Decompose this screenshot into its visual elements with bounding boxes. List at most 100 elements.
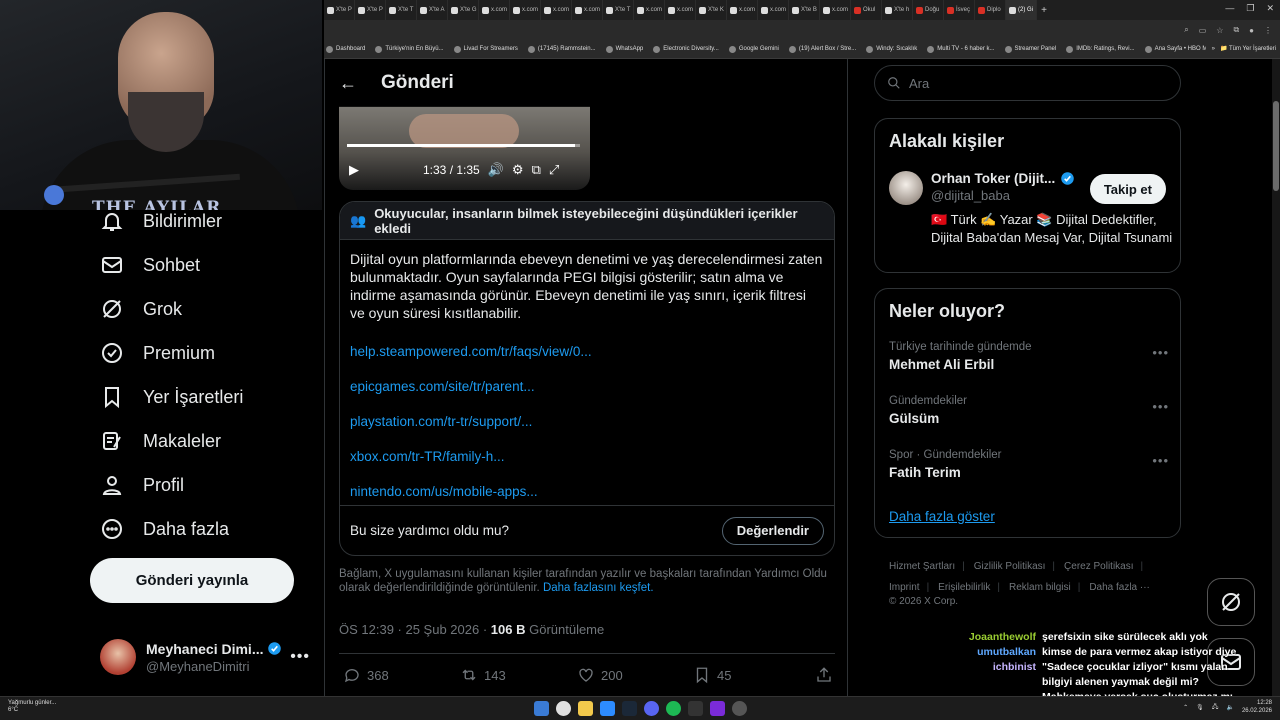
- browser-tab[interactable]: X'te P: [324, 0, 355, 20]
- spotify-icon[interactable]: [666, 701, 681, 716]
- settings-gear-icon[interactable]: ⚙: [512, 162, 524, 178]
- maximize-icon[interactable]: ❐: [1246, 3, 1254, 14]
- nav-articles[interactable]: Makaleler: [100, 426, 221, 456]
- browser-tab[interactable]: X'te T: [603, 0, 634, 20]
- source-link[interactable]: playstation.com/tr-tr/support/...: [350, 404, 824, 439]
- bookmark-item[interactable]: Ana Sayfa • HBO Max: [1144, 45, 1214, 53]
- browser-tab[interactable]: x.com: [758, 0, 789, 20]
- tray-arrow-icon[interactable]: ⌃: [1183, 704, 1188, 711]
- bookmark-item[interactable]: Windy: Sıcaklık: [866, 45, 917, 53]
- source-link[interactable]: nintendo.com/us/mobile-apps...: [350, 474, 824, 509]
- mic-icon[interactable]: 🎙: [1196, 704, 1204, 711]
- nav-grok[interactable]: Grok: [100, 294, 182, 324]
- obs-icon[interactable]: [732, 701, 747, 716]
- file-explorer-icon[interactable]: [578, 701, 593, 716]
- app-icon[interactable]: [710, 701, 725, 716]
- like-button[interactable]: 200: [577, 666, 693, 684]
- browser-tab[interactable]: X'te A: [417, 0, 448, 20]
- volume-icon[interactable]: 🔊: [488, 162, 504, 178]
- bookmark-item[interactable]: Multi TV - 6 haber k...: [927, 45, 995, 53]
- bookmark-star-icon[interactable]: ☆: [1216, 26, 1223, 35]
- browser-tab[interactable]: x.com: [665, 0, 696, 20]
- footer-link[interactable]: Gizlilik Politikası: [974, 561, 1046, 572]
- account-more-icon[interactable]: •••: [290, 648, 310, 666]
- bookmark-item[interactable]: Google Gemini: [728, 45, 779, 53]
- clock[interactable]: 12:28 26.02.2026: [1242, 699, 1272, 715]
- search-input[interactable]: [909, 75, 1159, 91]
- bookmark-item[interactable]: IMDb: Ratings, Revi...: [1066, 45, 1135, 53]
- chrome-icon[interactable]: [556, 701, 571, 716]
- grok-floating-button[interactable]: [1207, 578, 1255, 626]
- bookmark-item[interactable]: (19) Alert Box / Stre...: [788, 45, 856, 53]
- browser-tab[interactable]: X'te K: [696, 0, 727, 20]
- browser-tab[interactable]: X'te P: [355, 0, 386, 20]
- browser-tab[interactable]: x.com: [820, 0, 851, 20]
- more-bookmarks-icon[interactable]: »: [1212, 46, 1215, 52]
- browser-tab[interactable]: İsveç: [944, 0, 975, 20]
- browser-tab[interactable]: x.com: [479, 0, 510, 20]
- bookmark-item[interactable]: WhatsApp: [605, 45, 643, 53]
- footer-link[interactable]: Reklam bilgisi: [1009, 582, 1071, 593]
- footer-link[interactable]: Imprint: [889, 582, 920, 593]
- new-tab-button[interactable]: +: [1037, 5, 1051, 16]
- trend-item[interactable]: Türkiye tarihinde gündemde Mehmet Ali Er…: [889, 341, 1169, 372]
- search-box[interactable]: [874, 65, 1181, 101]
- cast-icon[interactable]: ▭: [1199, 26, 1207, 35]
- source-link[interactable]: help.steampowered.com/tr/faqs/view/0...: [350, 334, 824, 369]
- share-button[interactable]: [815, 666, 833, 684]
- more-options-icon[interactable]: •••: [1152, 345, 1169, 360]
- speaker-icon[interactable]: 🔈: [1226, 704, 1233, 711]
- network-icon[interactable]: 🖧: [1212, 702, 1219, 712]
- account-switcher[interactable]: Meyhaneci Dimi... @MeyhaneDimitri •••: [100, 635, 310, 679]
- app-icon[interactable]: [688, 701, 703, 716]
- page-scrollbar[interactable]: [1272, 59, 1280, 696]
- learn-more-link[interactable]: Daha fazlasını keşfet.: [543, 582, 654, 594]
- nav-chat[interactable]: Sohbet: [100, 250, 200, 280]
- follow-button[interactable]: Takip et: [1089, 174, 1166, 204]
- footer-link[interactable]: Erişilebilirlik: [938, 582, 990, 593]
- more-options-icon[interactable]: •••: [1152, 399, 1169, 414]
- scrollbar-thumb[interactable]: [1273, 101, 1279, 191]
- browser-tab[interactable]: Diplo: [975, 0, 1006, 20]
- browser-menu-icon[interactable]: ⋮: [1264, 26, 1272, 35]
- browser-tab[interactable]: (2) Gi: [1006, 0, 1037, 20]
- nav-premium[interactable]: Premium: [100, 338, 215, 368]
- steam-icon[interactable]: [622, 701, 637, 716]
- profile-avatar-icon[interactable]: ●: [1249, 26, 1254, 35]
- footer-link[interactable]: Hizmet Şartları: [889, 561, 955, 572]
- reply-button[interactable]: 368: [343, 666, 460, 684]
- bookmark-button[interactable]: 45: [693, 666, 811, 684]
- nav-more[interactable]: Daha fazla: [100, 514, 229, 544]
- repost-button[interactable]: 143: [460, 666, 577, 684]
- video-player[interactable]: ▶ 1:33 / 1:35 🔊 ⚙ ⧉ ⤢: [339, 106, 590, 190]
- close-window-icon[interactable]: ✕: [1266, 3, 1274, 14]
- browser-tab[interactable]: Doğu: [913, 0, 944, 20]
- nav-profile[interactable]: Profil: [100, 470, 184, 500]
- trend-item[interactable]: Gündemdekiler Gülsüm •••: [889, 395, 1169, 426]
- post-button[interactable]: Gönderi yayınla: [90, 558, 294, 603]
- discord-icon[interactable]: [644, 701, 659, 716]
- trend-item[interactable]: Spor · Gündemdekiler Fatih Terim •••: [889, 449, 1169, 480]
- bookmark-item[interactable]: (17145) Rammstein...: [527, 45, 596, 53]
- zoom-icon[interactable]: ⌕: [1184, 25, 1188, 35]
- browser-tab[interactable]: X'te T: [386, 0, 417, 20]
- browser-tab[interactable]: x.com: [634, 0, 665, 20]
- start-icon[interactable]: [534, 701, 549, 716]
- play-icon[interactable]: ▶: [349, 162, 359, 178]
- browser-tab[interactable]: x.com: [510, 0, 541, 20]
- extensions-icon[interactable]: ⧉: [1233, 25, 1239, 35]
- footer-link[interactable]: Daha fazla ···: [1089, 582, 1150, 593]
- show-more-link[interactable]: Daha fazla göster: [889, 509, 995, 524]
- bookmark-item[interactable]: Dashboard: [326, 45, 365, 53]
- browser-tab[interactable]: X'te h: [882, 0, 913, 20]
- bookmark-item[interactable]: Livad For Streamers: [453, 45, 518, 53]
- popout-icon[interactable]: ⧉: [532, 162, 541, 178]
- weather-widget[interactable]: Yağmurlu günler... 6°C: [8, 700, 56, 714]
- browser-tab[interactable]: X'te G: [448, 0, 479, 20]
- nav-notifications[interactable]: Bildirimler: [100, 206, 222, 236]
- footer-link[interactable]: Çerez Politikası: [1064, 561, 1133, 572]
- back-arrow-icon[interactable]: ←: [339, 73, 357, 94]
- bookmark-item[interactable]: Electronic Diversity...: [653, 45, 719, 53]
- minimize-icon[interactable]: —: [1225, 3, 1234, 14]
- browser-tab[interactable]: x.com: [727, 0, 758, 20]
